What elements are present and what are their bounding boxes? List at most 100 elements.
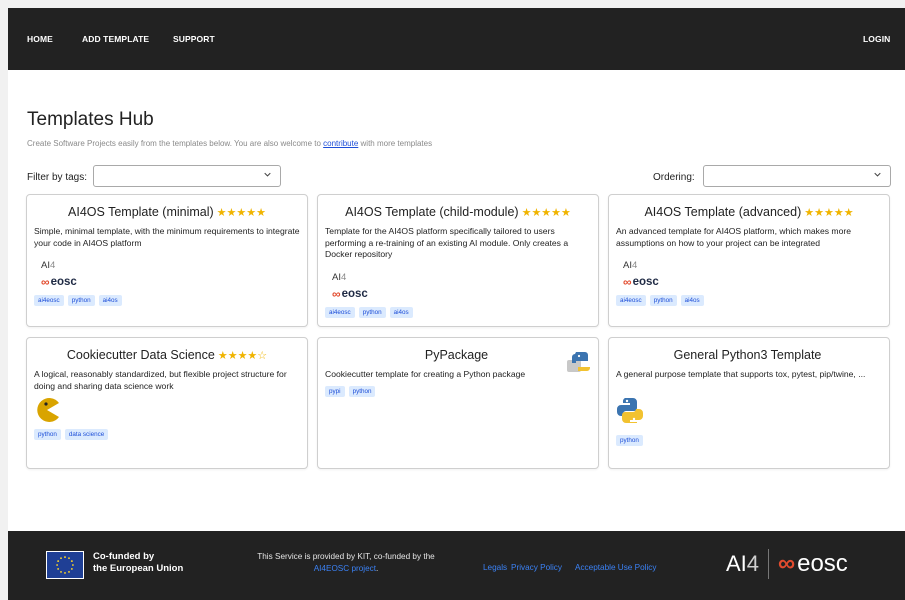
tag[interactable]: ai4eosc (616, 295, 646, 306)
eosc-logo: ∞ eosc (332, 287, 368, 301)
tag[interactable]: python (67, 295, 95, 306)
top-navbar: HOME ADD TEMPLATE SUPPORT LOGIN (8, 8, 905, 70)
template-card-pypackage[interactable]: PyPackage Cookiecutter template for crea… (317, 337, 599, 469)
footer-logo-divider (768, 549, 769, 579)
chevron-down-icon (264, 172, 271, 177)
star-rating: ★★★★★ (521, 207, 571, 219)
page-title: Templates Hub (27, 109, 154, 130)
tag[interactable]: ai4os (389, 307, 413, 318)
template-card-ai4os-advanced[interactable]: AI4OS Template (advanced) ★★★★★ An advanc… (608, 194, 890, 327)
card-title: AI4OS Template (minimal) ★★★★★ (27, 205, 307, 219)
card-description: Template for the AI4OS platform specific… (325, 226, 569, 260)
star-rating: ★★★★☆ (217, 350, 268, 362)
eosc-logo: ∞ eosc (623, 275, 659, 289)
ordering-label: Ordering: (653, 172, 695, 183)
tag[interactable]: ai4eosc (325, 307, 355, 318)
tag[interactable]: ai4os (98, 295, 122, 306)
eu-flag-icon (46, 551, 84, 579)
card-title-text: AI4OS Template (minimal) (68, 205, 214, 219)
card-tags: pypi python (325, 386, 376, 397)
ai4-logo: AI4 (623, 260, 637, 271)
page-subtitle: Create Software Projects easily from the… (27, 139, 432, 148)
card-title-text: AI4OS Template (advanced) (644, 205, 802, 219)
card-title: PyPackage (318, 348, 598, 362)
star-rating: ★★★★★ (804, 207, 854, 219)
card-tags: ai4eosc python ai4os (616, 295, 704, 306)
card-tags: ai4eosc python ai4os (34, 295, 122, 306)
eosc-infinity-icon: ∞ (41, 275, 50, 289)
pacman-icon (37, 398, 59, 422)
ai4-logo-ai: AI (623, 260, 632, 271)
card-title-text: AI4OS Template (child-module) (345, 205, 519, 219)
card-title: Cookiecutter Data Science ★★★★☆ (27, 348, 307, 362)
card-tags: python data science (34, 429, 109, 440)
filter-tags-label: Filter by tags: (27, 172, 88, 183)
card-title-text: General Python3 Template (673, 348, 822, 362)
footer-ai4-four: 4 (746, 551, 760, 576)
eu-cofunded-text: Co-funded by the European Union (93, 551, 183, 574)
eosc-logo-text: eosc (50, 276, 77, 288)
footer: Co-funded by the European Union This Ser… (8, 531, 905, 600)
ai4-logo-four: 4 (340, 272, 347, 283)
tag[interactable]: data science (64, 429, 109, 440)
footer-eosc-logo: ∞ eosc (778, 550, 848, 578)
eosc-logo-text: eosc (632, 276, 659, 288)
card-description: A logical, reasonably standardized, but … (34, 369, 287, 391)
eu-text-line2: the European Union (93, 562, 184, 574)
card-title: General Python3 Template (609, 348, 889, 362)
legals-link[interactable]: Legals (483, 563, 507, 572)
service-text-line: This Service is provided by KIT, co-fund… (257, 552, 435, 561)
card-title-text: Cookiecutter Data Science (66, 348, 215, 362)
contribute-link[interactable]: contribute (323, 139, 358, 148)
nav-support-link[interactable]: SUPPORT (173, 34, 215, 44)
footer-eosc-text: eosc (797, 550, 848, 577)
template-card-cookiecutter-data-science[interactable]: Cookiecutter Data Science ★★★★☆ A logical… (26, 337, 308, 469)
eosc-infinity-icon: ∞ (778, 550, 796, 577)
eosc-infinity-icon: ∞ (332, 287, 341, 301)
ordering-select[interactable] (703, 165, 891, 187)
tag[interactable]: ai4eosc (34, 295, 64, 306)
service-text: This Service is provided by KIT, co-fund… (226, 551, 466, 574)
nav-login-link[interactable]: LOGIN (863, 34, 890, 44)
template-card-ai4os-child-module[interactable]: AI4OS Template (child-module) ★★★★★ Templ… (317, 194, 599, 327)
tag[interactable]: python (348, 386, 376, 397)
ai4-logo-ai: AI (41, 260, 50, 271)
star-rating: ★★★★★ (216, 207, 266, 219)
card-tags: ai4eosc python ai4os (325, 307, 413, 318)
card-title-text: PyPackage (424, 348, 489, 362)
python-logo-icon (617, 398, 643, 423)
ai4-logo: AI4 (41, 260, 55, 271)
tag[interactable]: python (358, 307, 386, 318)
service-text-end: . (376, 563, 379, 573)
footer-ai4-ai: AI (726, 551, 747, 576)
card-title: AI4OS Template (child-module) ★★★★★ (318, 205, 598, 219)
acceptable-use-policy-link[interactable]: Acceptable Use Policy (575, 563, 656, 572)
ai4eosc-project-link[interactable]: AI4EOSC project (314, 564, 376, 573)
card-tags: python (616, 435, 643, 446)
filter-tags-select[interactable] (93, 165, 281, 187)
template-card-ai4os-minimal[interactable]: AI4OS Template (minimal) ★★★★★ Simple, mi… (26, 194, 308, 327)
eosc-logo-text: eosc (341, 288, 368, 300)
card-description: Simple, minimal template, with the minim… (34, 226, 300, 248)
card-title: AI4OS Template (advanced) ★★★★★ (609, 205, 889, 219)
eosc-infinity-icon: ∞ (623, 275, 632, 289)
template-card-general-python3[interactable]: General Python3 Template A general purpo… (608, 337, 890, 469)
page: HOME ADD TEMPLATE SUPPORT LOGIN Template… (8, 8, 905, 600)
tag[interactable]: pypi (325, 386, 345, 397)
card-description: Cookiecutter template for creating a Pyt… (325, 369, 526, 379)
nav-home-link[interactable]: HOME (27, 34, 53, 44)
card-description: An advanced template for AI4OS platform,… (616, 226, 852, 248)
tag[interactable]: ai4os (680, 295, 704, 306)
chevron-down-icon (874, 172, 881, 177)
tag[interactable]: python (649, 295, 677, 306)
tag[interactable]: python (34, 429, 61, 440)
ai4-logo-ai: AI (332, 272, 341, 283)
nav-add-template-link[interactable]: ADD TEMPLATE (82, 34, 149, 44)
subtitle-suffix: with more templates (358, 139, 433, 148)
privacy-policy-link[interactable]: Privacy Policy (511, 563, 562, 572)
footer-ai4-logo: AI4 (726, 551, 759, 577)
card-description: A general purpose template that supports… (616, 369, 866, 379)
ai4-logo: AI4 (332, 272, 346, 283)
ai4-logo-four: 4 (49, 260, 56, 271)
tag[interactable]: python (616, 435, 643, 446)
